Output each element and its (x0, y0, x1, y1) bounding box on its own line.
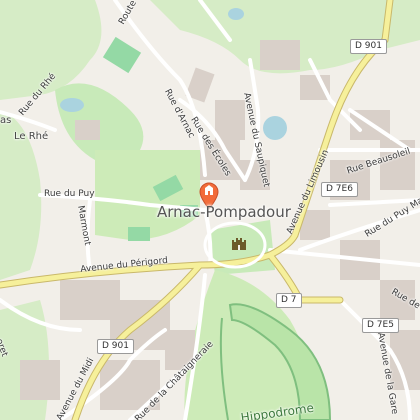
castle-icon (232, 238, 246, 250)
label-rue-du-puy: Rue du Puy (44, 189, 95, 199)
label-town-arnac-pompadour: Arnac-Pompadour (157, 203, 291, 221)
label-le-rhe: Le Rhé (14, 131, 49, 142)
road-shield-d901-north: D 901 (350, 39, 387, 54)
road-shield-d7e5: D 7E5 (362, 318, 399, 333)
road-shield-d901-south: D 901 (97, 339, 134, 354)
road-shield-d7e6: D 7E6 (321, 182, 358, 197)
road-shield-d7: D 7 (276, 293, 302, 308)
map-view[interactable]: Route des Rue du Rhé as Le Rhé Rue d'Arn… (0, 0, 420, 420)
label-as: as (0, 115, 12, 126)
